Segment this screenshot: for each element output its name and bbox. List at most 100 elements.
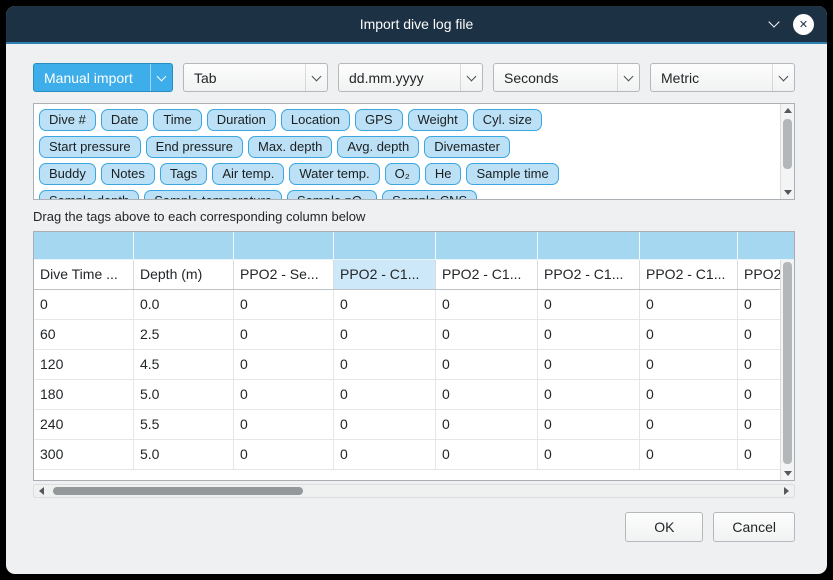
table-clip: Dive Time ...Depth (m)PPO2 - Se...PPO2 -… [34, 260, 780, 480]
tag-tags[interactable]: Tags [160, 163, 207, 185]
tag-max-depth[interactable]: Max. depth [248, 136, 332, 158]
column-header[interactable]: PPO2 - C1... [538, 260, 640, 289]
tag-row: Sample depth Sample temperature Sample pO₂… [39, 190, 774, 199]
scrollbar-thumb[interactable] [783, 119, 792, 169]
field-separator-select[interactable]: Tab [183, 63, 328, 92]
titlebar[interactable]: Import dive log file ✕ [6, 6, 827, 42]
dropzone-cell[interactable] [134, 232, 234, 259]
dropzone-cell[interactable] [334, 232, 436, 259]
tag-weight[interactable]: Weight [408, 109, 468, 131]
table-cell: 0 [640, 290, 738, 319]
tag-row: Start pressureEnd pressureMax. depthAvg.… [39, 136, 774, 158]
tag-he[interactable]: He [425, 163, 462, 185]
tag-location[interactable]: Location [281, 109, 350, 131]
import-mode-select[interactable]: Manual import [33, 63, 173, 92]
tag-dive[interactable]: Dive # [39, 109, 96, 131]
column-header[interactable]: PPO2 - Se... [234, 260, 334, 289]
dropzone-cell[interactable] [738, 232, 794, 259]
tag-duration[interactable]: Duration [207, 109, 276, 131]
column-header[interactable]: Dive Time ... [34, 260, 134, 289]
tag-buddy[interactable]: Buddy [39, 163, 96, 185]
tag-start-pressure[interactable]: Start pressure [39, 136, 141, 158]
table-cell: 240 [34, 410, 134, 439]
dropzone-cell[interactable] [640, 232, 738, 259]
tag-date[interactable]: Date [101, 109, 148, 131]
table-cell: 0 [640, 410, 738, 439]
chevron-down-icon [150, 64, 172, 91]
column-header[interactable]: PPO2 [738, 260, 780, 289]
table-vertical-scrollbar[interactable] [780, 260, 794, 480]
dropzone-cell[interactable] [538, 232, 640, 259]
table-rows: 00.0000000602.50000001204.50000001805.00… [34, 290, 780, 470]
table-cell: 0 [738, 350, 780, 379]
tag-time[interactable]: Time [153, 109, 201, 131]
tag-end-pressure[interactable]: End pressure [146, 136, 243, 158]
units-value: Metric [651, 70, 772, 86]
table-cell: 0.0 [134, 290, 234, 319]
dialog-content: Manual import Tab dd.mm.yyyy Seconds Met… [6, 44, 827, 574]
table-cell: 0 [34, 290, 134, 319]
table-cell: 0 [538, 290, 640, 319]
tag-cyl-size[interactable]: Cyl. size [473, 109, 542, 131]
table-cell: 5.0 [134, 440, 234, 469]
column-header[interactable]: PPO2 - C1... [436, 260, 538, 289]
scrollbar-up-button[interactable] [781, 104, 794, 117]
table-cell: 0 [234, 410, 334, 439]
table-cell: 0 [234, 380, 334, 409]
table-cell: 0 [436, 380, 538, 409]
dropzone-cell[interactable] [34, 232, 134, 259]
date-format-select[interactable]: dd.mm.yyyy [338, 63, 483, 92]
table-cell: 0 [436, 320, 538, 349]
table-row: 602.5000000 [34, 320, 780, 350]
tag-notes[interactable]: Notes [101, 163, 155, 185]
tag-o[interactable]: O₂ [385, 163, 420, 185]
table-cell: 0 [334, 290, 436, 319]
table-cell: 0 [640, 320, 738, 349]
table-cell: 0 [640, 350, 738, 379]
chevron-down-icon[interactable] [770, 13, 778, 31]
table-cell: 0 [436, 410, 538, 439]
tag-water-temp[interactable]: Water temp. [289, 163, 379, 185]
dropzone-cell[interactable] [436, 232, 538, 259]
table-cell: 2.5 [134, 320, 234, 349]
tag-divemaster[interactable]: Divemaster [424, 136, 510, 158]
table-row: 1204.5000000 [34, 350, 780, 380]
units-select[interactable]: Metric [650, 63, 795, 92]
cancel-button[interactable]: Cancel [713, 512, 795, 542]
table-cell: 0 [538, 320, 640, 349]
column-header-row: Dive Time ...Depth (m)PPO2 - Se...PPO2 -… [34, 260, 780, 290]
scrollbar-down-button[interactable] [781, 186, 794, 199]
tag-sample-depth[interactable]: Sample depth [39, 190, 139, 199]
table-cell: 0 [738, 380, 780, 409]
tag-sample-time[interactable]: Sample time [466, 163, 558, 185]
tag-sample-cns[interactable]: Sample CNS [382, 190, 477, 199]
table-cell: 0 [640, 380, 738, 409]
table-cell: 180 [34, 380, 134, 409]
tag-gps[interactable]: GPS [355, 109, 402, 131]
scrollbar-right-button[interactable] [779, 485, 794, 497]
import-mode-value: Manual import [34, 70, 150, 86]
column-header[interactable]: PPO2 - C1... [640, 260, 738, 289]
dropzone-cell[interactable] [234, 232, 334, 259]
ok-button[interactable]: OK [625, 512, 703, 542]
scrollbar-thumb[interactable] [53, 487, 303, 495]
duration-format-select[interactable]: Seconds [493, 63, 640, 92]
tag-air-temp[interactable]: Air temp. [212, 163, 284, 185]
table-cell: 300 [34, 440, 134, 469]
tag-sample-po[interactable]: Sample pO₂ [287, 190, 377, 199]
tag-sample-temperature[interactable]: Sample temperature [144, 190, 282, 199]
column-header[interactable]: PPO2 - C1... [334, 260, 436, 289]
table-horizontal-scrollbar[interactable] [33, 484, 795, 498]
scrollbar-down-button[interactable] [781, 467, 794, 480]
table-row: 1805.0000000 [34, 380, 780, 410]
dialog-buttons: OK Cancel [33, 512, 795, 542]
close-button[interactable]: ✕ [793, 14, 814, 35]
scrollbar-left-button[interactable] [34, 485, 49, 497]
scrollbar-thumb[interactable] [783, 262, 792, 464]
table-cell: 120 [34, 350, 134, 379]
table-cell: 0 [234, 440, 334, 469]
tag-avg-depth[interactable]: Avg. depth [337, 136, 419, 158]
tag-row: Dive #DateTime DurationLocationGPS WeightC… [39, 109, 774, 131]
column-header[interactable]: Depth (m) [134, 260, 234, 289]
tag-list-scrollbar[interactable] [780, 104, 794, 199]
